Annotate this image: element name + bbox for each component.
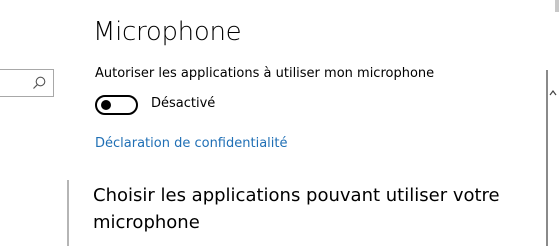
scrollbar-thumb[interactable]	[546, 70, 548, 246]
microphone-access-toggle[interactable]	[95, 95, 138, 115]
search-box[interactable]	[0, 69, 54, 97]
settings-page: Microphone Autoriser les applications à …	[0, 0, 559, 246]
scrollbar-top-mark	[555, 0, 559, 12]
chevron-up-icon[interactable]	[549, 82, 557, 96]
toggle-state-label: Désactivé	[151, 96, 216, 111]
privacy-statement-link[interactable]: Déclaration de confidentialité	[95, 136, 287, 151]
scrollbar[interactable]	[544, 0, 559, 246]
page-title: Microphone	[93, 17, 242, 47]
section-heading: Choisir les applications pouvant utilise…	[93, 185, 500, 233]
divider	[67, 180, 69, 246]
toggle-knob	[101, 100, 111, 110]
search-icon[interactable]	[31, 75, 47, 91]
setting-label: Autoriser les applications à utiliser mo…	[95, 66, 435, 81]
